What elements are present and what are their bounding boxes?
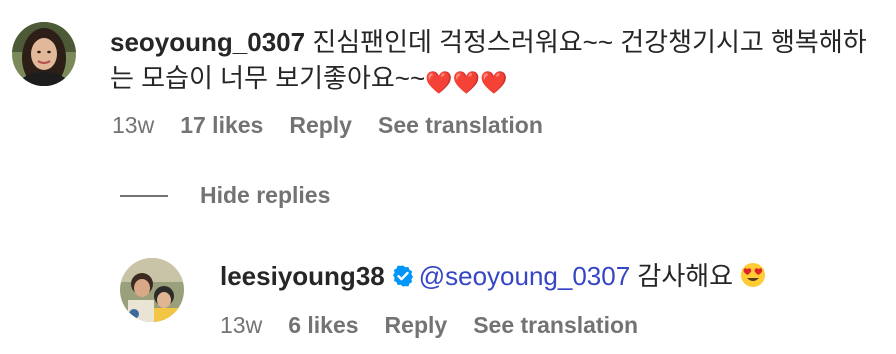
hide-replies-label: Hide replies bbox=[200, 182, 331, 208]
heart-eyes-emoji-icon bbox=[741, 263, 766, 287]
reply-likes-count[interactable]: 6 likes bbox=[288, 312, 358, 339]
reply-username[interactable]: leesiyoung38 bbox=[220, 261, 385, 291]
comment-likes-count[interactable]: 17 likes bbox=[180, 112, 263, 139]
user-avatar-photo bbox=[120, 258, 184, 322]
comment-meta: 13w 17 likes Reply See translation bbox=[112, 112, 569, 139]
comment-timestamp[interactable]: 13w bbox=[112, 112, 154, 139]
hide-replies-button[interactable]: Hide replies bbox=[120, 182, 330, 209]
reply-text: leesiyoung38 @seoyoung_0307 감사해요 bbox=[220, 258, 880, 294]
reply-button[interactable]: Reply bbox=[385, 312, 448, 339]
avatar[interactable] bbox=[120, 258, 184, 322]
reply-meta: 13w 6 likes Reply See translation bbox=[220, 312, 664, 339]
avatar[interactable] bbox=[12, 22, 76, 86]
reply-timestamp[interactable]: 13w bbox=[220, 312, 262, 339]
divider-line bbox=[120, 194, 168, 197]
reply-body: 감사해요 bbox=[637, 261, 734, 291]
comment-username[interactable]: seoyoung_0307 bbox=[110, 27, 305, 57]
see-translation-button[interactable]: See translation bbox=[378, 112, 543, 139]
user-avatar-photo bbox=[12, 22, 76, 86]
see-translation-button[interactable]: See translation bbox=[473, 312, 638, 339]
heart-emoji-icon: ❤️❤️❤️ bbox=[425, 71, 508, 96]
comment-text: seoyoung_0307 진심팬인데 걱정스러워요~~ 건강챙기시고 행복해하… bbox=[110, 24, 890, 102]
mention-link[interactable]: @seoyoung_0307 bbox=[419, 261, 630, 291]
reply-button[interactable]: Reply bbox=[289, 112, 352, 139]
verified-badge-icon bbox=[392, 265, 413, 287]
